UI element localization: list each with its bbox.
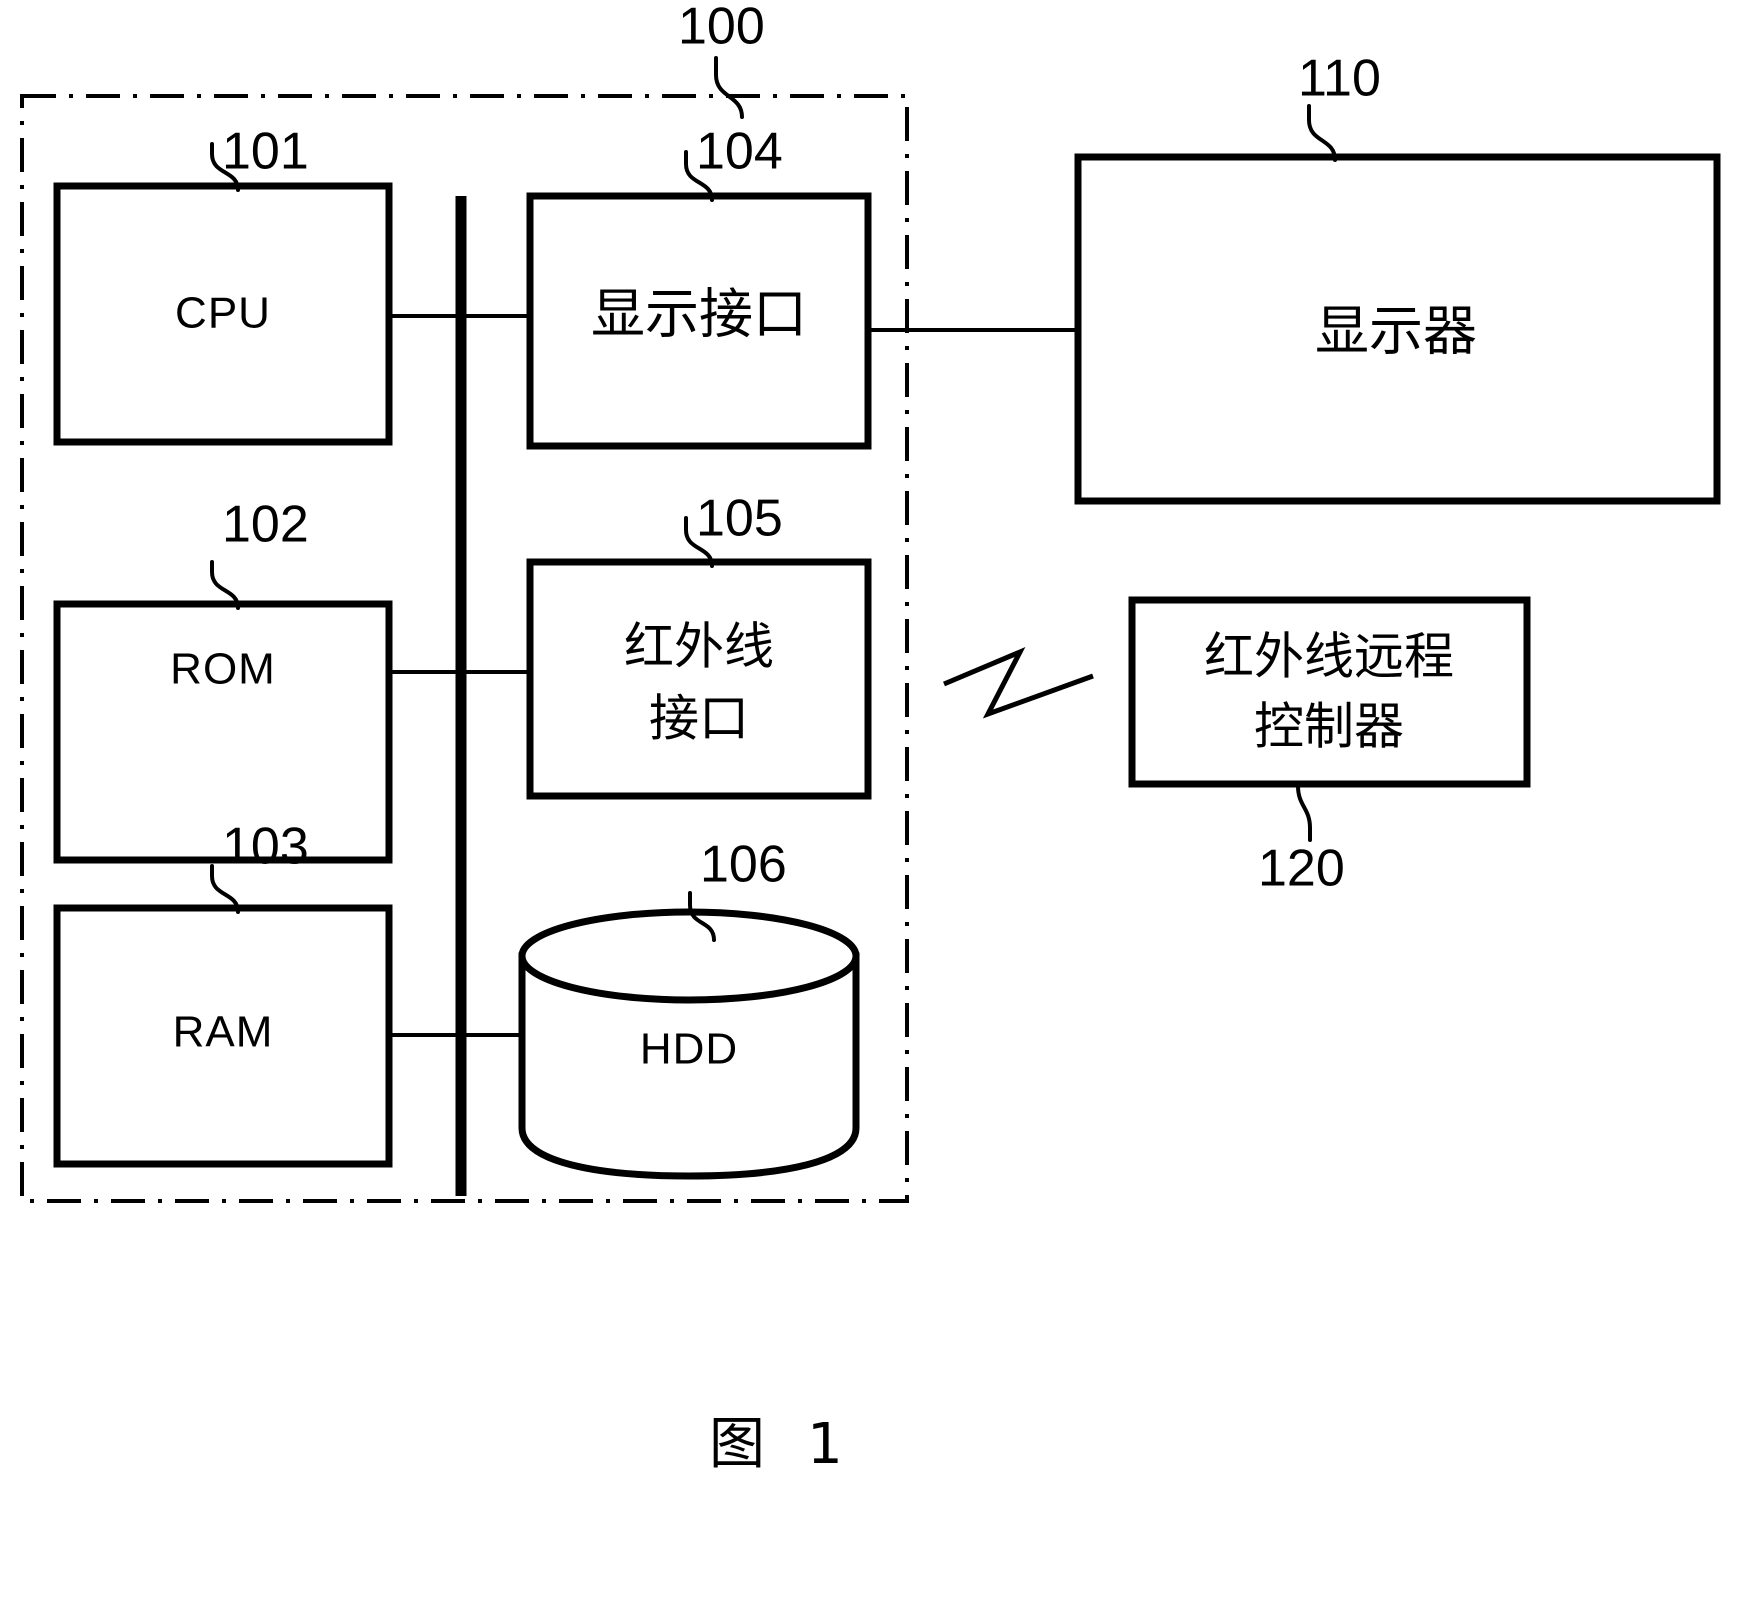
wireless-link-icon	[943, 647, 1094, 719]
figure-caption-number: 1	[807, 1412, 843, 1477]
ref-number-120: 120	[1258, 840, 1345, 898]
ref-number-102: 102	[222, 496, 309, 554]
block-label-remote-line1: 红外线远程	[1204, 628, 1454, 686]
ref-number-110: 110	[1298, 50, 1381, 108]
leader-line-110	[1307, 104, 1337, 162]
block-label-remote-line2: 控制器	[1254, 698, 1404, 756]
ref-number-100: 100	[678, 0, 765, 56]
block-label-infrared-interface-line1: 红外线	[624, 618, 774, 676]
ref-number-103: 103	[222, 818, 309, 876]
block-label-infrared-interface-line2: 接口	[649, 690, 749, 748]
figure-caption-label: 图	[709, 1412, 765, 1477]
patent-figure: 100 101 CPU 102 ROM 103 RAM 104 显示接口 105…	[0, 0, 1739, 1602]
ref-number-106: 106	[700, 836, 787, 894]
block-infrared-interface	[526, 558, 872, 800]
block-hdd-top	[518, 908, 860, 1004]
block-label-display-interface: 显示接口	[591, 283, 807, 346]
block-diagram-svg: 100 101 CPU 102 ROM 103 RAM 104 显示接口 105…	[20, 0, 1721, 1477]
block-label-ram: RAM	[173, 1008, 274, 1057]
block-label-cpu: CPU	[175, 289, 271, 338]
block-label-hdd: HDD	[640, 1025, 738, 1074]
ref-number-101: 101	[222, 123, 309, 181]
ref-number-105: 105	[696, 490, 783, 548]
leader-line-100	[714, 56, 744, 119]
ref-number-104: 104	[696, 123, 783, 181]
block-label-display: 显示器	[1315, 300, 1477, 363]
block-label-rom: ROM	[170, 645, 276, 694]
leader-line-120	[1296, 784, 1312, 842]
